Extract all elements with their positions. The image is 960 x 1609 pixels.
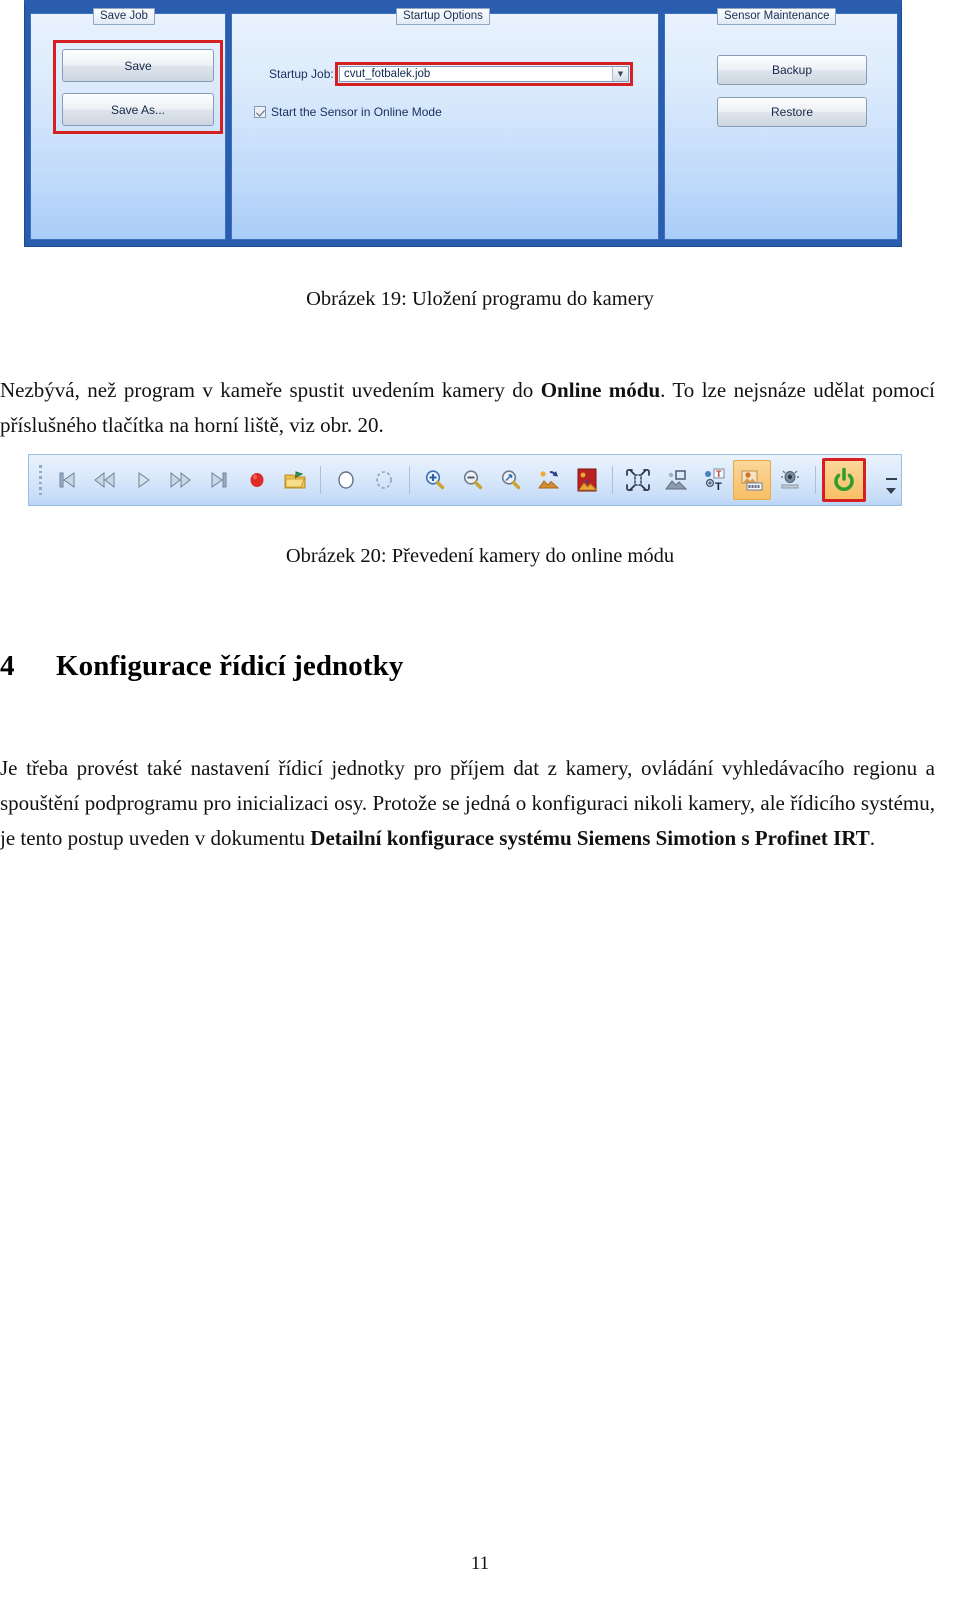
start-online-mode-label: Start the Sensor in Online Mode xyxy=(271,105,442,119)
toolbar-overflow-chevron-icon[interactable] xyxy=(883,460,899,500)
paragraph-online-mode: Nezbývá, než program v kameře spustit uv… xyxy=(0,373,935,443)
figure-19-caption: Obrázek 19: Uložení programu do kamery xyxy=(306,288,654,310)
fast-forward-icon[interactable] xyxy=(162,460,200,500)
startup-job-combobox[interactable]: cvut_fotbalek.job ▼ xyxy=(339,66,629,82)
skip-to-start-icon[interactable] xyxy=(48,460,86,500)
open-folder-icon[interactable] xyxy=(276,460,314,500)
sensor-icon[interactable] xyxy=(771,460,809,500)
para2-text-after: . xyxy=(869,826,875,850)
figure-20-caption: Obrázek 20: Převedení kamery do online m… xyxy=(285,545,675,567)
figure-19-screenshot: Save Job Save Save As... Startup Options… xyxy=(24,0,902,247)
restore-button[interactable]: Restore xyxy=(717,97,867,127)
para1-text-before: Nezbývá, než program v kameře spustit uv… xyxy=(0,378,541,402)
toolbar-separator xyxy=(612,466,613,494)
record-icon[interactable] xyxy=(238,460,276,500)
group-save-job: Save Job Save Save As... xyxy=(30,8,226,240)
group-sensor-maintenance: Sensor Maintenance Backup Restore xyxy=(664,8,898,240)
skip-to-end-icon[interactable] xyxy=(200,460,238,500)
image-mask-icon[interactable] xyxy=(568,460,606,500)
image-refresh-icon[interactable] xyxy=(530,460,568,500)
toolbar-separator xyxy=(409,466,410,494)
start-online-mode-checkbox-row[interactable]: Start the Sensor in Online Mode xyxy=(254,105,442,119)
image-region-icon[interactable] xyxy=(657,460,695,500)
group-title-save-job: Save Job xyxy=(93,8,155,25)
circle-icon[interactable] xyxy=(327,460,365,500)
play-icon[interactable] xyxy=(124,460,162,500)
zoom-out-icon[interactable] xyxy=(454,460,492,500)
figure-20-toolbar: T T xyxy=(28,454,902,506)
section-number: 4 xyxy=(0,650,15,682)
rewind-icon[interactable] xyxy=(86,460,124,500)
toolbar-separator xyxy=(320,466,321,494)
power-online-icon[interactable] xyxy=(822,458,866,502)
zoom-fit-icon[interactable] xyxy=(492,460,530,500)
dashed-circle-icon[interactable] xyxy=(365,460,403,500)
para1-bold: Online módu xyxy=(540,378,661,402)
svg-text:T: T xyxy=(716,469,722,479)
startup-job-label: Startup Job: xyxy=(269,67,334,81)
checkbox-icon[interactable] xyxy=(254,106,266,118)
zoom-in-icon[interactable] xyxy=(416,460,454,500)
toolbar-separator xyxy=(815,466,816,494)
chevron-down-icon[interactable]: ▼ xyxy=(612,67,628,81)
annotation-box-save-buttons xyxy=(53,40,223,134)
section-title: Konfigurace řídicí jednotky xyxy=(56,650,404,682)
backup-button[interactable]: Backup xyxy=(717,55,867,85)
paragraph-controller-config: Je třeba provést také nastavení řídicí j… xyxy=(0,751,935,856)
toolbar-grip-handle[interactable] xyxy=(35,465,45,495)
filmstrip-icon[interactable] xyxy=(733,460,771,500)
group-title-startup-options: Startup Options xyxy=(396,8,490,25)
dialog-panels: Save Job Save Save As... Startup Options… xyxy=(25,6,901,246)
startup-job-value: cvut_fotbalek.job xyxy=(344,68,431,80)
svg-text:T: T xyxy=(715,481,722,492)
resize-icon[interactable] xyxy=(619,460,657,500)
section-heading: 4 Konfigurace řídicí jednotky xyxy=(0,650,935,683)
group-startup-options: Startup Options Startup Job: cvut_fotbal… xyxy=(231,8,659,240)
group-title-sensor-maintenance: Sensor Maintenance xyxy=(717,8,837,25)
text-tool-icon[interactable]: T T xyxy=(695,460,733,500)
page-number: 11 xyxy=(470,1553,490,1574)
para2-bold: Detailní konfigurace systému Siemens Sim… xyxy=(310,826,870,850)
